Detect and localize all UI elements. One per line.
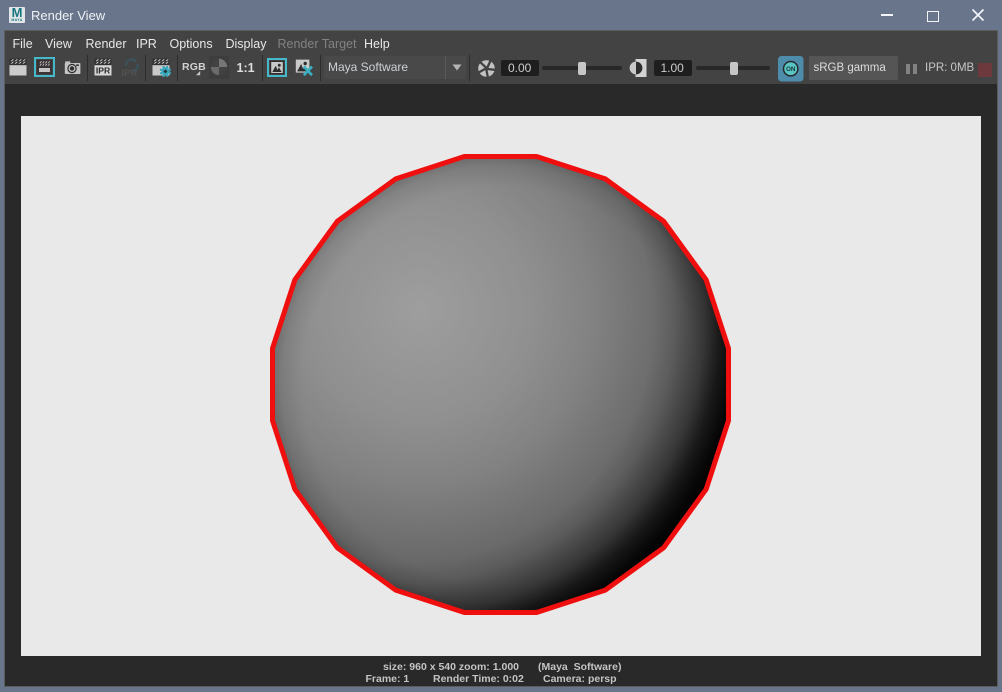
svg-text:IPR: IPR bbox=[122, 68, 138, 78]
svg-text:IPR: IPR bbox=[95, 65, 110, 75]
svg-text:ON: ON bbox=[786, 66, 796, 73]
